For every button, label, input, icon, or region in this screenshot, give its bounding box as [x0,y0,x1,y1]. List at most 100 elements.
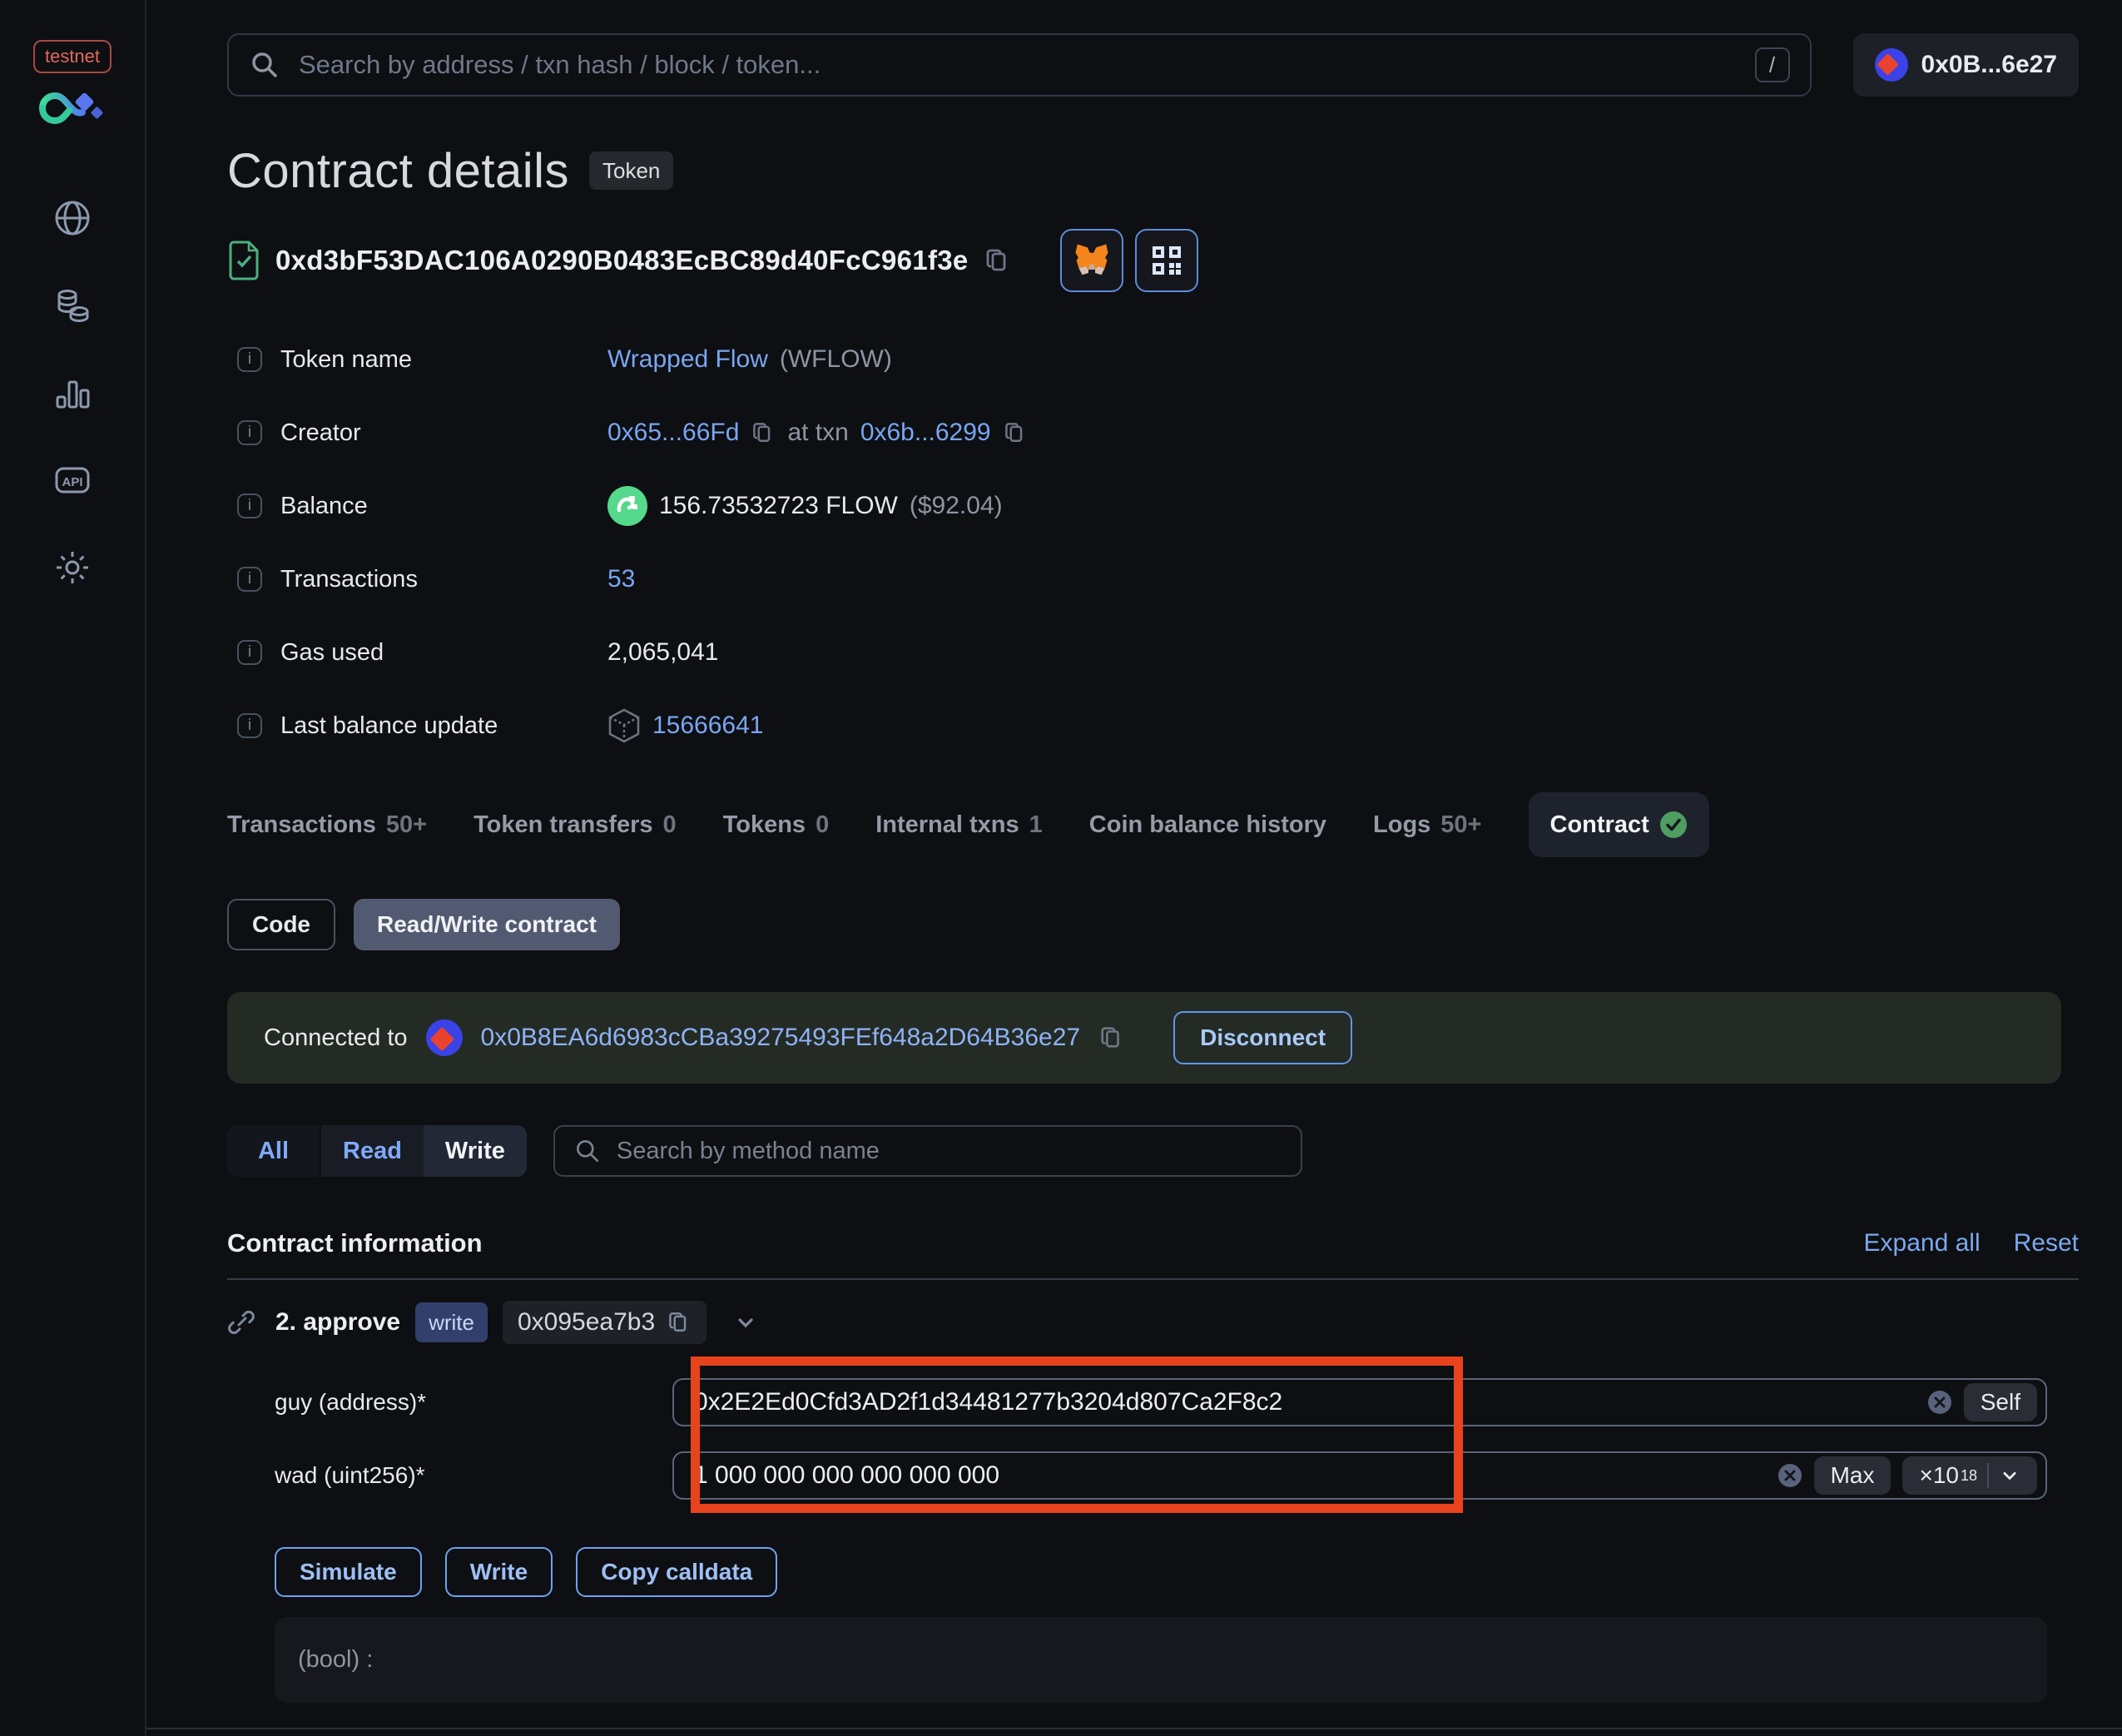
info-row-token-name: i Token name Wrapped Flow (WFLOW) [227,323,2079,396]
method-search [553,1125,1302,1177]
info-row-gas-used: i Gas used 2,065,041 [227,616,2079,689]
info-label: Balance [280,492,368,519]
copy-calldata-button[interactable]: Copy calldata [576,1547,778,1597]
copy-connected-address-icon[interactable] [1098,1024,1125,1051]
contract-information-header: Contract information Expand all Reset [227,1227,2079,1260]
write-button[interactable]: Write [444,1547,553,1597]
creation-txn-link[interactable]: 0x6b...6299 [860,419,991,447]
main-content: / 0x0B...6e27 Contract details Token [146,0,2122,1736]
token-type-badge: Token [588,151,674,190]
block-number-link[interactable]: 15666641 [652,712,763,740]
sidebar-item-charts[interactable] [51,372,94,415]
output-type-label: (bool) : [298,1646,374,1673]
disconnect-button[interactable]: Disconnect [1173,1011,1353,1064]
clear-field-icon[interactable] [1927,1390,1952,1415]
info-label: Token name [280,345,412,373]
token-name-link[interactable]: Wrapped Flow [607,345,768,374]
copy-txn-icon[interactable] [1003,420,1028,445]
qr-code-button[interactable] [1134,229,1198,292]
block-cube-icon [607,707,641,744]
method-approve-row[interactable]: 2. approve write 0x095ea7b3 [227,1300,2079,1345]
connected-avatar [425,1019,463,1056]
svg-text:API: API [62,475,82,489]
flow-token-icon [607,486,647,526]
copy-creator-icon[interactable] [751,420,776,445]
info-icon: i [237,347,262,372]
expand-all-link[interactable]: Expand all [1864,1229,1981,1257]
copy-selector-icon[interactable] [667,1310,692,1335]
divider [227,1278,2079,1280]
subtab-code[interactable]: Code [227,899,335,950]
guy-address-input[interactable] [694,1388,1916,1416]
sidebar-item-tokens[interactable] [51,284,94,327]
method-search-input[interactable] [616,1137,1282,1165]
tab-token-transfers[interactable]: Token transfers 0 [473,811,677,839]
info-label: Creator [280,419,361,446]
sidebar-item-blockchain[interactable] [51,196,94,240]
qr-code-icon [1149,243,1184,278]
self-button[interactable]: Self [1963,1383,2037,1421]
reset-link[interactable]: Reset [2014,1229,2079,1257]
multiplier-dropdown[interactable]: ×10 18 [1902,1456,2037,1495]
write-badge: write [415,1302,488,1342]
at-txn-label: at txn [787,419,849,446]
method-filter-row: All Read Write [227,1125,2079,1177]
tab-coin-balance-history[interactable]: Coin balance history [1089,811,1326,839]
field-label-guy: guy (address)* [275,1389,427,1415]
verified-check-icon [1659,811,1688,839]
subtab-read-write-contract[interactable]: Read/Write contract [354,899,620,950]
chevron-down-icon [1999,1465,2020,1486]
info-row-creator: i Creator 0x65...66Fd at txn 0x6b...6299 [227,396,2079,469]
max-button[interactable]: Max [1813,1456,1891,1495]
method-type-segmented-control: All Read Write [227,1125,527,1177]
filter-write[interactable]: Write [423,1125,527,1177]
info-row-last-balance-update: i Last balance update 15666641 [227,689,2079,762]
sidebar-item-api[interactable]: API [51,459,94,502]
clear-field-icon[interactable] [1777,1463,1802,1488]
sidebar-item-settings[interactable] [51,546,94,589]
method-action-buttons: Simulate Write Copy calldata [275,1547,2079,1597]
transactions-count-link[interactable]: 53 [607,565,635,593]
account-address-label: 0x0B...6e27 [1921,51,2057,78]
gas-used-value: 2,065,041 [607,638,719,666]
copy-address-icon[interactable] [984,246,1012,275]
wad-uint256-input[interactable] [694,1461,1766,1490]
method-selector-chip: 0x095ea7b3 [502,1301,707,1344]
creator-address-link[interactable]: 0x65...66Fd [607,419,739,447]
tab-tokens[interactable]: Tokens 0 [723,811,830,839]
sidebar: testnet API [0,0,146,1736]
blockscout-logo[interactable] [31,85,114,131]
simulate-button[interactable]: Simulate [275,1547,422,1597]
connected-address-link[interactable]: 0x0B8EA6d6983cCBa39275493FEf648a2D64B36e… [481,1024,1081,1052]
multiplier-base: ×10 [1919,1462,1959,1488]
search-input[interactable] [299,50,1737,80]
method-output-panel: (bool) : [275,1617,2047,1703]
info-row-transactions: i Transactions 53 [227,543,2079,616]
info-icon: i [237,640,262,665]
chevron-down-icon[interactable] [733,1310,758,1335]
tab-logs[interactable]: Logs 50+ [1373,811,1481,839]
link-icon[interactable] [227,1308,255,1337]
connected-to-label: Connected to [264,1024,408,1051]
slash-shortcut-hint: / [1754,47,1790,82]
info-icon: i [237,713,262,738]
method-name: 2. approve [275,1308,401,1336]
account-button[interactable]: 0x0B...6e27 [1852,33,2079,97]
add-to-metamask-button[interactable] [1059,229,1123,292]
field-label-wad: wad (uint256)* [275,1462,425,1488]
tab-contract[interactable]: Contract [1528,792,1709,857]
divider [146,1728,2122,1729]
metamask-icon [1073,241,1111,280]
tab-internal-txns[interactable]: Internal txns 1 [875,811,1043,839]
page-title: Contract details [227,143,569,198]
info-row-balance: i Balance 156.73532723 FLOW ($92.04) [227,469,2079,543]
contract-info-list: i Token name Wrapped Flow (WFLOW) i Crea… [227,323,2079,762]
page: testnet API Search by address / txn hash… [0,0,2122,1736]
info-label: Transactions [280,565,418,593]
token-symbol: (WFLOW) [779,345,892,373]
filter-all[interactable]: All [227,1125,321,1177]
tab-transactions[interactable]: Transactions 50+ [227,811,427,839]
search-icon [573,1137,602,1165]
filter-read[interactable]: Read [321,1125,424,1177]
title-row: Contract details Token [227,141,2079,200]
